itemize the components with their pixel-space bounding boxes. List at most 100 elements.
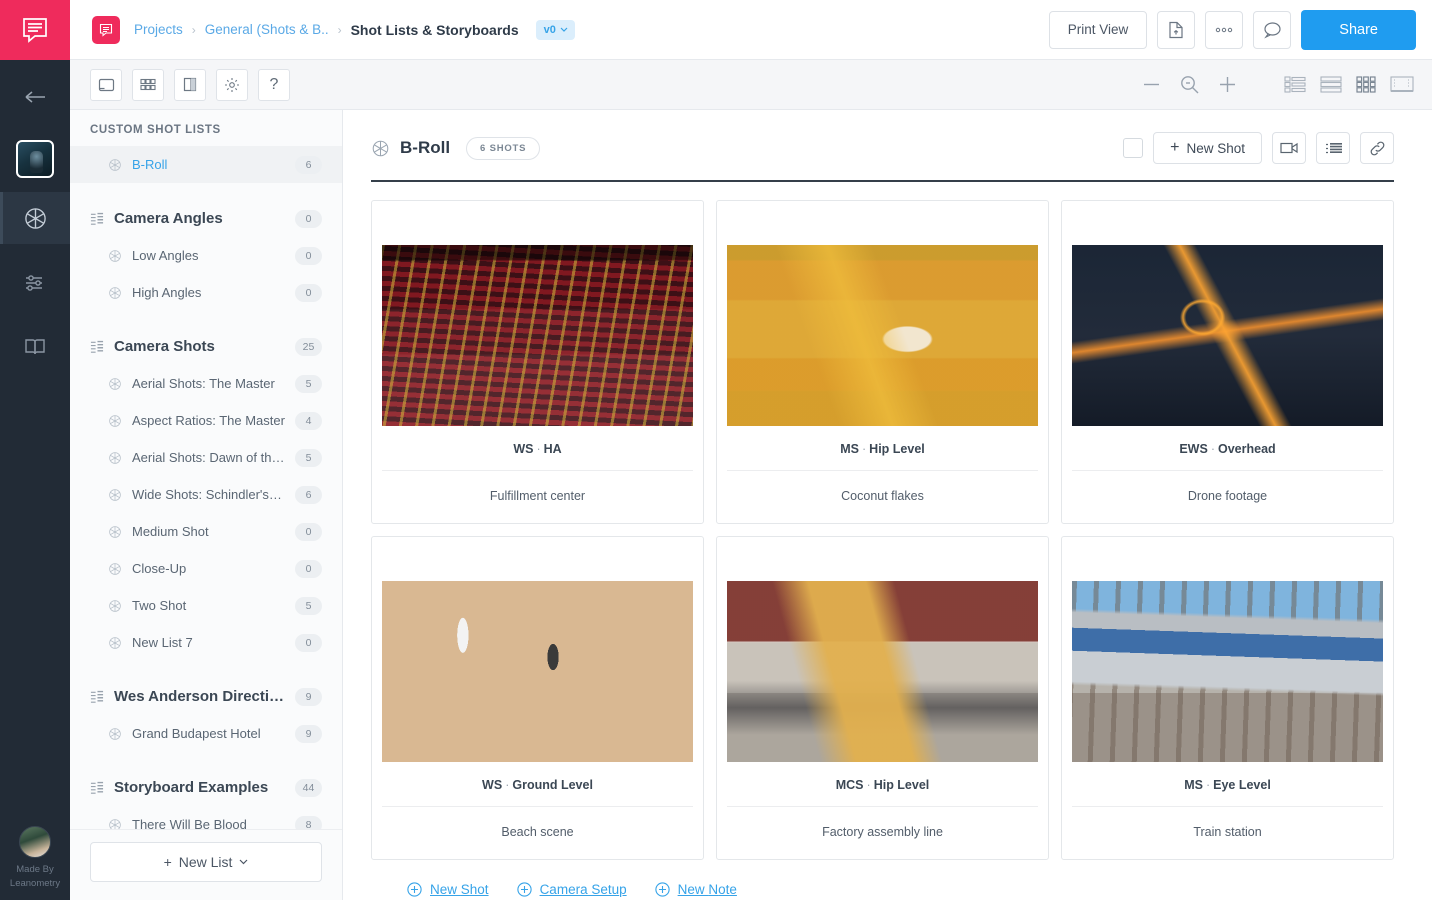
shot-size: MS (1184, 778, 1203, 792)
tool-settings[interactable] (216, 68, 248, 101)
plus-icon: + (1170, 139, 1180, 156)
shot-thumbnail-wrap (717, 537, 1048, 762)
sidebar-item-label: B-Roll (132, 157, 168, 172)
aperture-icon (108, 451, 122, 465)
sidebar-item-wes-anderson-directing[interactable]: Wes Anderson Directing ... 9 (70, 678, 342, 715)
zoom-in-button[interactable] (1219, 76, 1236, 93)
shot-meta: EWS · Overhead (1072, 426, 1383, 471)
view-board[interactable] (1390, 75, 1414, 94)
shot-meta: MS · Hip Level (727, 426, 1038, 471)
shot-lists-nav[interactable] (0, 192, 70, 244)
aperture-icon (108, 599, 122, 613)
sidebar-item-aspect-ratios-the-master[interactable]: Aspect Ratios: The Master 4 (70, 402, 342, 439)
project-badge[interactable] (92, 15, 120, 44)
plus-circle-icon (407, 882, 422, 897)
shot-card[interactable]: WS · Ground Level Beach scene (371, 536, 704, 860)
grid-layout-icon (140, 78, 156, 92)
new-note-link[interactable]: New Note (654, 882, 737, 897)
sidebar-item-camera-angles[interactable]: Camera Angles 0 (70, 200, 342, 237)
tool-fullscreen[interactable] (90, 68, 122, 101)
shot-thumbnail-wrap (372, 201, 703, 426)
sidebar-item-new-list-7[interactable]: New List 7 0 (70, 624, 342, 661)
tool-sidebar-toggle[interactable] (174, 68, 206, 101)
view-grid[interactable] (1356, 76, 1376, 93)
tool-help[interactable]: ? (258, 68, 290, 101)
select-all-checkbox[interactable] (1123, 138, 1144, 158)
shot-thumbnail[interactable] (1072, 581, 1383, 762)
view-list-detail[interactable] (1284, 76, 1306, 93)
shot-thumbnail[interactable] (382, 245, 693, 426)
app-logo[interactable] (0, 0, 70, 60)
copy-link-button[interactable] (1360, 132, 1394, 164)
shot-thumbnail[interactable] (727, 581, 1038, 762)
aperture-icon (108, 636, 122, 650)
sidebar-item-there-will-be-blood[interactable]: There Will Be Blood 8 (70, 806, 342, 829)
camera-setup-link[interactable]: Camera Setup (516, 882, 627, 897)
insert-row-button[interactable] (1316, 132, 1350, 164)
version-selector[interactable]: v0 (535, 19, 575, 40)
app-body: Projects › General (Shots & B.. › Shot L… (70, 0, 1432, 900)
shot-card[interactable]: WS · HA Fulfillment center (371, 200, 704, 524)
comment-bubble-icon (1263, 21, 1282, 39)
shot-angle: Eye Level (1213, 778, 1271, 792)
new-shot-link[interactable]: New Shot (407, 882, 489, 897)
shot-card[interactable]: EWS · Overhead Drone footage (1061, 200, 1394, 524)
made-by-line-1: Made By (16, 864, 54, 875)
sidebar-item-b-roll[interactable]: B-Roll 6 (70, 146, 342, 183)
back-button[interactable] (0, 72, 70, 122)
shot-card[interactable]: MS · Hip Level Coconut flakes (716, 200, 1049, 524)
shot-thumbnail[interactable] (382, 581, 693, 762)
zoom-out-button[interactable] (1143, 83, 1160, 86)
camera-setup-button[interactable] (1272, 132, 1306, 164)
shot-thumbnail[interactable] (1072, 245, 1383, 426)
sidebar-item-label: Camera Angles (114, 210, 223, 227)
shot-card[interactable]: MCS · Hip Level Factory assembly line (716, 536, 1049, 860)
sidebar-item-count: 5 (295, 448, 322, 467)
gear-icon (224, 77, 240, 93)
sidebar-item-two-shot[interactable]: Two Shot 5 (70, 587, 342, 624)
main-panel: B-Roll 6 SHOTS + New Shot WS · HA Fulfil… (343, 110, 1432, 900)
more-options-button[interactable] (1205, 10, 1244, 49)
sidebar-item-low-angles[interactable]: Low Angles 0 (70, 237, 342, 274)
sidebar-item-grand-budapest-hotel[interactable]: Grand Budapest Hotel 9 (70, 715, 342, 752)
zoom-fit-button[interactable] (1180, 75, 1199, 94)
sidebar-item-medium-shot[interactable]: Medium Shot 0 (70, 513, 342, 550)
export-button[interactable] (1157, 10, 1196, 49)
shot-meta-separator: · (862, 442, 867, 456)
shot-meta: MCS · Hip Level (727, 762, 1038, 807)
share-button[interactable]: Share (1301, 9, 1416, 50)
sidebar-item-wide-shots-schindler-s-list[interactable]: Wide Shots: Schindler's List 6 (70, 476, 342, 513)
list-group-icon (90, 212, 104, 226)
new-shot-button[interactable]: + New Shot (1153, 132, 1262, 164)
sidebar-item-camera-shots[interactable]: Camera Shots 25 (70, 328, 342, 365)
sidebar-item-storyboard-examples[interactable]: Storyboard Examples 44 (70, 769, 342, 806)
user-avatar[interactable] (19, 826, 51, 858)
sidebar-item-count: 0 (295, 522, 322, 541)
chevron-down-icon (239, 859, 248, 865)
sidebar-scroll-area[interactable]: CUSTOM SHOT LISTS B-Roll 6 Camera Angles 0 L… (70, 110, 342, 829)
library-nav[interactable] (0, 322, 70, 372)
sidebar-item-aerial-shots-dawn-of-the-dead[interactable]: Aerial Shots: Dawn of the Dead 5 (70, 439, 342, 476)
sidebar-item-count: 6 (295, 485, 322, 504)
tool-grid-layout[interactable] (132, 68, 164, 101)
shot-thumbnail[interactable] (727, 245, 1038, 426)
comments-button[interactable] (1253, 10, 1292, 49)
breadcrumb-general[interactable]: General (Shots & B.. (205, 22, 329, 37)
shot-grid-scroll[interactable]: WS · HA Fulfillment center MS · Hip Level Cocon… (343, 182, 1432, 900)
shot-description: Drone footage (1187, 489, 1268, 503)
print-view-button[interactable]: Print View (1048, 10, 1148, 49)
view-rows[interactable] (1320, 76, 1342, 93)
sidebar-item-label: Grand Budapest Hotel (132, 726, 261, 741)
sidebar-item-close-up[interactable]: Close-Up 0 (70, 550, 342, 587)
aperture-icon (108, 249, 122, 263)
breadcrumb-projects[interactable]: Projects (134, 22, 183, 37)
shot-meta-separator: · (1205, 778, 1211, 792)
new-list-button[interactable]: + New List (90, 842, 322, 882)
settings-nav[interactable] (0, 258, 70, 308)
question-mark-icon: ? (269, 75, 279, 93)
sidebar-item-aerial-shots-the-master[interactable]: Aerial Shots: The Master 5 (70, 365, 342, 402)
project-thumbnail[interactable] (16, 140, 54, 178)
shot-card[interactable]: MS · Eye Level Train station (1061, 536, 1394, 860)
sidebar-item-high-angles[interactable]: High Angles 0 (70, 274, 342, 311)
